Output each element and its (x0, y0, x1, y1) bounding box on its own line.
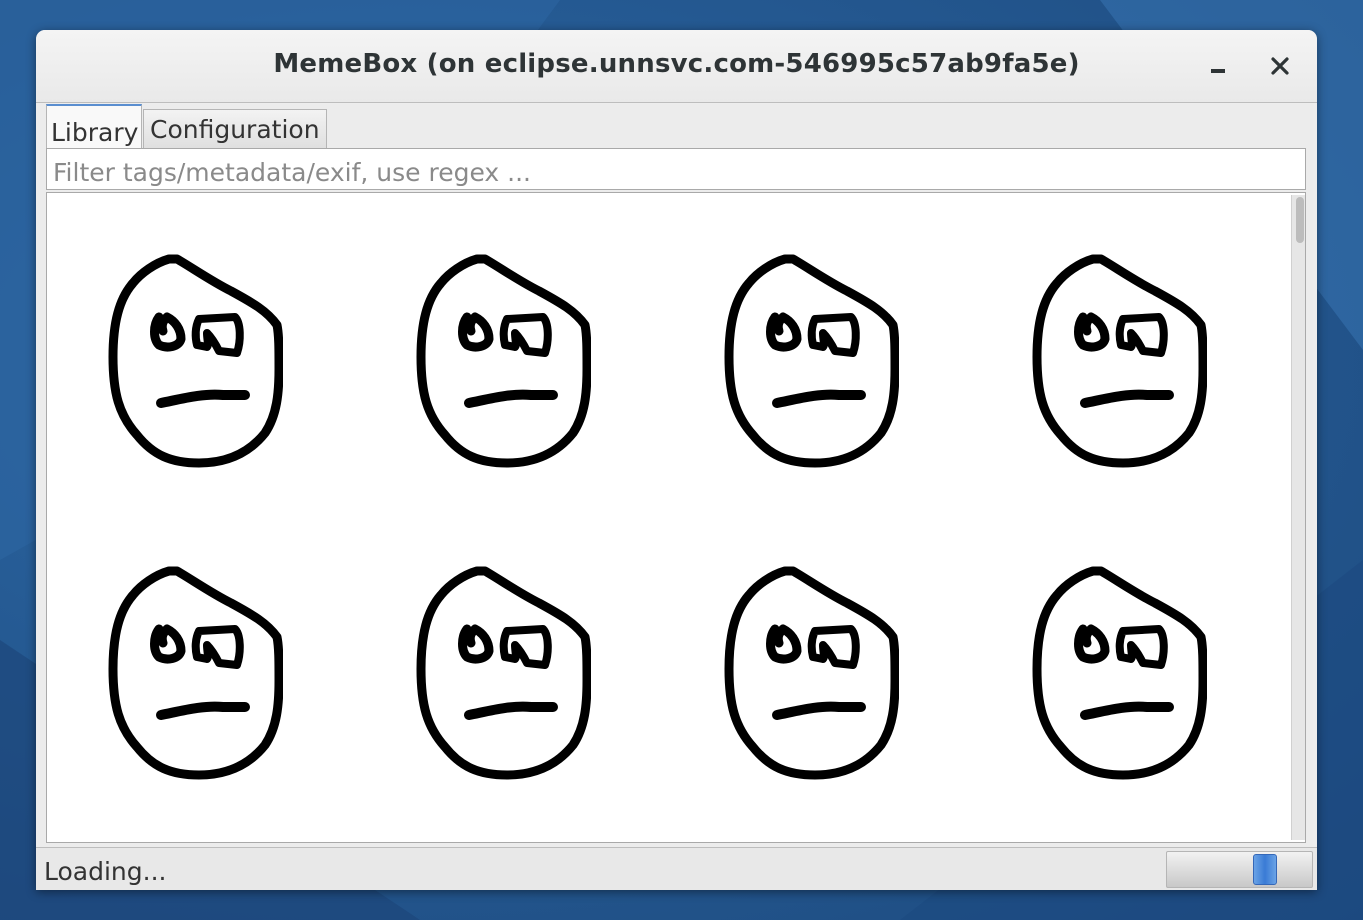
meme-thumbnail[interactable] (415, 253, 592, 471)
meh-face-icon (416, 566, 592, 780)
main-content: Library Configuration (40, 104, 1313, 847)
meh-face-icon (108, 254, 284, 468)
meme-thumbnail[interactable] (723, 565, 900, 783)
meh-face-icon (724, 566, 900, 780)
tab-library[interactable]: Library (46, 104, 142, 151)
meh-face-icon (724, 254, 900, 468)
library-grid (46, 192, 1306, 843)
status-text: Loading... (44, 857, 167, 886)
close-button[interactable] (1262, 48, 1298, 84)
meme-thumbnail[interactable] (107, 565, 284, 783)
meme-thumbnail[interactable] (723, 253, 900, 471)
minimize-button[interactable] (1200, 48, 1236, 84)
meh-face-icon (1032, 566, 1208, 780)
meme-thumbnail[interactable] (107, 253, 284, 471)
memebox-window: MemeBox (on eclipse.unnsvc.com-546995c57… (36, 30, 1317, 890)
meh-face-icon (1032, 254, 1208, 468)
progress-indicator (1253, 854, 1277, 885)
titlebar[interactable]: MemeBox (on eclipse.unnsvc.com-546995c57… (36, 30, 1317, 103)
meme-thumbnail[interactable] (415, 565, 592, 783)
meme-thumbnail[interactable] (1031, 565, 1208, 783)
meh-face-icon (108, 566, 284, 780)
loading-progress-bar (1166, 851, 1313, 888)
window-title: MemeBox (on eclipse.unnsvc.com-546995c57… (273, 49, 1080, 79)
minimize-icon (1211, 69, 1225, 73)
meh-face-icon (416, 254, 592, 468)
vertical-scrollbar[interactable] (1291, 195, 1305, 840)
meme-thumbnail[interactable] (1031, 253, 1208, 471)
tab-configuration[interactable]: Configuration (143, 109, 327, 151)
scrollbar-thumb[interactable] (1296, 197, 1304, 243)
close-icon (1271, 57, 1289, 75)
filter-input[interactable] (46, 148, 1306, 190)
status-bar: Loading... (36, 847, 1317, 890)
